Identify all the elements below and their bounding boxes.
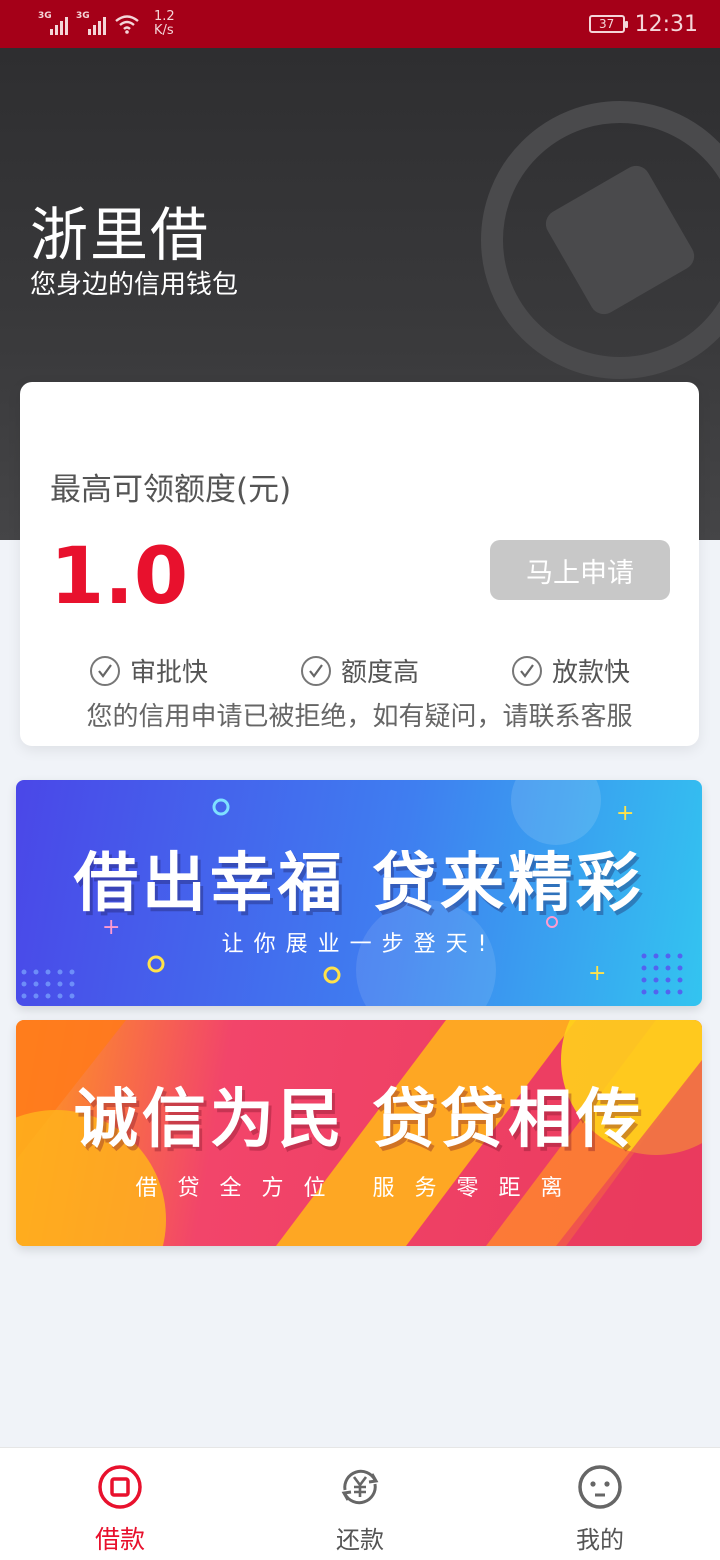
speed-value: 1.2 [154, 9, 175, 24]
loan-icon [98, 1465, 142, 1509]
rejection-notice: 您的信用申请已被拒绝，如有疑问，请联系客服 [86, 702, 633, 732]
nav-item-repay[interactable]: 还款 [240, 1448, 480, 1560]
app-title: 浙里借 [30, 201, 211, 269]
credit-limit-card: 最高可领额度(元) 1.0 马上申请 审批快 额度高 放款快 您的信用申请已被拒… [20, 382, 699, 746]
feature-item: 放款快 [511, 652, 630, 689]
coin-logo-icon [481, 101, 720, 379]
feature-label: 审批快 [130, 658, 209, 688]
repay-icon [341, 1469, 379, 1505]
status-bar: 3G 3G 1.2 K/s 37 12:31 [0, 0, 720, 48]
nav-label: 借款 [94, 1525, 145, 1554]
banner-title: 借出幸福 贷来精彩 [73, 847, 645, 921]
nav-item-loan[interactable]: 借款 [0, 1448, 240, 1560]
nav-label: 我的 [576, 1526, 624, 1554]
feature-label: 额度高 [340, 658, 419, 688]
network-speed: 1.2 K/s [154, 10, 175, 38]
nav-item-profile[interactable]: 我的 [480, 1448, 720, 1560]
status-time: 12:31 [634, 11, 698, 37]
feature-item: 审批快 [90, 652, 208, 689]
promo-banner-2[interactable]: 诚信为民 贷贷相传 借贷全方位 服务零距离 [16, 1020, 702, 1246]
banner-subtitle: 让你展业一步登天! [221, 932, 497, 957]
banner-title: 诚信为民 贷贷相传 [73, 1083, 645, 1157]
promo-banner-1[interactable]: + + + 借出幸福 贷来精彩 让你展业一步登天! [16, 780, 702, 1006]
feature-label: 放款快 [551, 658, 630, 688]
wifi-icon [115, 15, 139, 34]
svg-text:+: + [616, 801, 634, 826]
nav-label: 还款 [336, 1526, 384, 1554]
network-type-label-2: 3G [76, 11, 90, 21]
limit-label: 最高可领额度(元) [50, 472, 292, 508]
check-circle-icon [300, 655, 331, 686]
signal-icon: 3G [38, 11, 68, 35]
signal-icon-2: 3G [76, 11, 106, 35]
network-type-label: 3G [38, 11, 52, 21]
status-left: 3G 3G 1.2 K/s [38, 10, 175, 38]
profile-icon [578, 1465, 622, 1509]
limit-amount: 1.0 [50, 532, 189, 622]
banner-subtitle: 借贷全方位 服务零距离 [135, 1176, 583, 1201]
check-circle-icon [511, 655, 542, 686]
bottom-nav: 借款 还款 我的 [0, 1447, 720, 1560]
feature-item: 额度高 [300, 652, 419, 689]
svg-text:+: + [588, 961, 606, 986]
app-subtitle: 您身边的信用钱包 [30, 270, 239, 300]
battery-icon: 37 [588, 15, 628, 33]
feature-list: 审批快 额度高 放款快 [90, 652, 630, 689]
check-circle-icon [90, 655, 120, 686]
status-right: 37 12:31 [588, 11, 698, 37]
apply-now-button[interactable]: 马上申请 [490, 540, 670, 600]
speed-unit: K/s [154, 23, 174, 38]
